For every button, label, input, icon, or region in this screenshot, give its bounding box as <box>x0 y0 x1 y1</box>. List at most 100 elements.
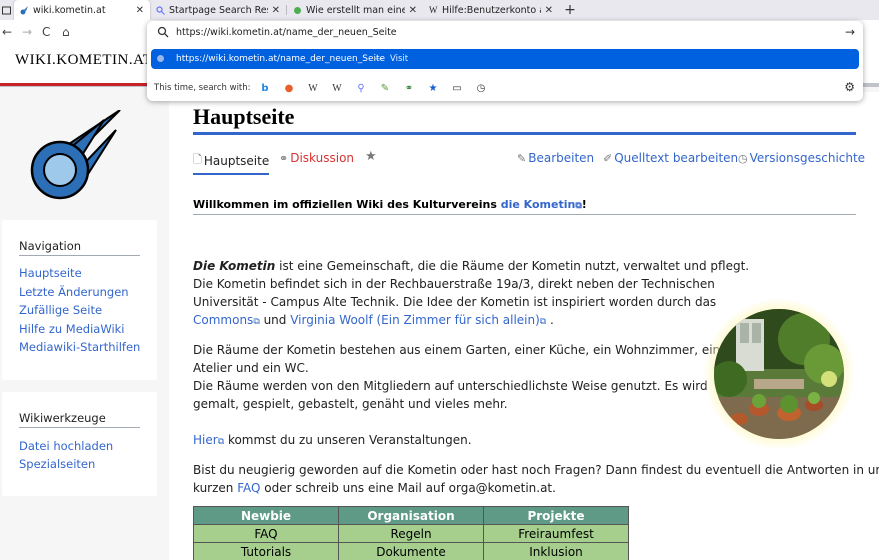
startpage-icon[interactable]: ⚲ <box>354 81 368 95</box>
pencil-icon: ✎ <box>517 151 527 165</box>
search-favicon <box>156 5 165 15</box>
tab-title: wiki.kometin.at <box>33 4 106 16</box>
engine-glyph: ⚭ <box>404 82 414 94</box>
reload-button[interactable]: C <box>42 25 50 39</box>
sidebar-tools: Wikiwerkzeuge Datei hochladen Spezialsei… <box>2 392 157 496</box>
leaf-search-icon[interactable]: ✎ <box>378 81 392 95</box>
engines-label: This time, search with: <box>154 83 251 93</box>
text-span: ist eine Gemeinschaft, die die Räume der… <box>275 259 750 273</box>
link-text: Commons <box>193 313 254 327</box>
table-cell[interactable]: Regeln <box>338 524 484 543</box>
welcome-suffix: ! <box>581 198 587 211</box>
sidebar-item-zufaellige-seite[interactable]: Zufällige Seite <box>19 303 102 317</box>
sidebar-item-datei-hochladen[interactable]: Datei hochladen <box>19 439 113 453</box>
tab-label: Diskussion <box>290 151 355 165</box>
gear-icon[interactable]: ⚙ <box>844 80 855 94</box>
link-search-icon[interactable]: ⚭ <box>402 81 416 95</box>
engine-glyph: ★ <box>428 82 438 94</box>
tab-startpage[interactable]: Startpage Search Results ✕ <box>150 0 286 20</box>
sidebar-item-starthilfen[interactable]: Mediawiki-Starthilfen <box>19 340 140 354</box>
tab-bearbeiten[interactable]: ✎ Bearbeiten <box>517 151 594 165</box>
welcome-divider <box>193 214 856 215</box>
tab-title: Wie erstellt man einen B <box>306 4 405 16</box>
kometin-link[interactable]: die Kometin⧉ <box>501 198 582 211</box>
virginia-woolf-link[interactable]: Virginia Woolf (Ein Zimmer für sich alle… <box>290 313 546 327</box>
close-icon[interactable]: ✕ <box>409 5 417 16</box>
tab-diskussion[interactable]: ⚭ Diskussion <box>279 151 354 165</box>
text-span: . <box>546 313 554 327</box>
close-icon[interactable]: ✕ <box>136 5 144 16</box>
new-tab-button[interactable]: + <box>559 0 581 20</box>
table-cell[interactable]: Inklusion <box>483 542 629 560</box>
engine-glyph: W <box>308 82 318 94</box>
text-line: Atelier und ein WC. <box>193 361 309 375</box>
bing-icon[interactable]: b <box>258 81 272 95</box>
engine-glyph: ● <box>284 82 294 94</box>
url-input[interactable]: https://wiki.kometin.at/name_der_neuen_S… <box>176 27 397 38</box>
sidebar-item-spezialseiten[interactable]: Spezialseiten <box>19 457 95 471</box>
text-line: Commons⧉ und Virginia Woolf (Ein Zimmer … <box>193 311 749 331</box>
back-button[interactable]: ← <box>2 25 12 39</box>
sidebar-heading: Wikiwerkzeuge <box>19 411 106 425</box>
welcome-text: Willkommen im offiziellen Wiki des Kultu… <box>193 198 501 211</box>
table-cell[interactable]: FAQ <box>193 524 339 543</box>
duckduckgo-icon[interactable]: ● <box>282 81 296 95</box>
table-cell[interactable]: Dokumente <box>338 542 484 560</box>
garden-photo[interactable] <box>704 299 854 449</box>
text-line: Die Räume der Kometin bestehen aus einem… <box>193 343 721 357</box>
tab-overflow-icon <box>2 6 11 15</box>
history-icon: ◷ <box>738 151 748 165</box>
garden-photo-image <box>714 309 844 439</box>
url-suggestion[interactable]: https://wiki.kometin.at/name_der_neuen_S… <box>151 49 859 69</box>
address-bar[interactable]: https://wiki.kometin.at/name_der_neuen_S… <box>147 21 863 45</box>
wikipedia-icon[interactable]: W <box>306 81 320 95</box>
sidebar-item-hilfe[interactable]: Hilfe zu MediaWiki <box>19 322 125 336</box>
engine-glyph: ◷ <box>476 82 486 94</box>
home-button[interactable]: ⌂ <box>62 25 70 39</box>
table-header-row: Newbie Organisation Projekte <box>193 506 629 525</box>
tab-label: Versionsgeschichte <box>749 151 866 165</box>
globe-icon <box>157 55 164 62</box>
close-icon[interactable]: ✕ <box>545 5 553 16</box>
tab-overflow[interactable] <box>0 0 14 20</box>
bold-name: Die Kometin <box>193 259 276 273</box>
history-icon[interactable]: ◷ <box>474 81 488 95</box>
star-icon[interactable]: ★ <box>365 149 377 164</box>
engine-glyph: ⚲ <box>357 82 365 94</box>
tab-title: Startpage Search Results <box>169 4 268 16</box>
wiktionary-icon[interactable]: W <box>330 81 344 95</box>
site-title[interactable]: WIKI.KOMETIN.AT <box>15 52 152 69</box>
sidebar-item-letzte-aenderungen[interactable]: Letzte Änderungen <box>19 285 129 299</box>
search-engine-row: This time, search with: b ● W W ⚲ ✎ ⚭ ★ … <box>147 77 863 99</box>
web-page: WIKI.KOMETIN.AT Navigation Hauptseite Le… <box>0 46 879 560</box>
events-paragraph: Hier⧉ kommst du zu unseren Veranstaltung… <box>193 431 472 451</box>
close-icon[interactable]: ✕ <box>272 5 280 16</box>
forward-button[interactable]: → <box>22 25 32 39</box>
bookmarks-icon[interactable]: ★ <box>426 81 440 95</box>
overview-table: Newbie Organisation Projekte FAQ Regeln … <box>193 506 629 560</box>
table-cell[interactable]: Tutorials <box>193 542 339 560</box>
table-header: Projekte <box>483 506 629 525</box>
tab-hauptseite[interactable]: 🗋 Hauptseite <box>193 151 270 175</box>
intro-paragraph: Die Kometin ist eine Gemeinschaft, die d… <box>193 257 749 331</box>
faq-link[interactable]: FAQ <box>237 481 260 495</box>
commons-link[interactable]: Commons⧉ <box>193 313 260 327</box>
table-cell[interactable]: Freiraumfest <box>483 524 629 543</box>
sidebar-heading: Navigation <box>19 239 82 253</box>
text-line: Bist du neugierig geworden auf die Komet… <box>193 463 879 477</box>
kometin-logo[interactable] <box>28 109 124 202</box>
tab-versionsgeschichte[interactable]: ◷ Versionsgeschichte <box>738 151 865 165</box>
tab-title: Hilfe:Benutzerkonto anle <box>442 4 541 16</box>
sidebar-item-hauptseite[interactable]: Hauptseite <box>19 266 82 280</box>
rooms-paragraph: Die Räume der Kometin bestehen aus einem… <box>193 341 720 413</box>
talk-icon: ⚭ <box>279 151 289 165</box>
events-link[interactable]: Hier⧉ <box>193 433 224 447</box>
tab-wikipedia[interactable]: W Hilfe:Benutzerkonto anle ✕ <box>423 0 559 20</box>
page-icon: 🗋 <box>193 153 202 166</box>
tab-quelltext[interactable]: ✐ Quelltext bearbeiten <box>603 151 738 165</box>
text-span: kurzen <box>193 481 238 495</box>
tab-kometin[interactable]: wiki.kometin.at ✕ <box>14 0 150 20</box>
tabs-icon[interactable]: ▭ <box>450 81 464 95</box>
tab-blog[interactable]: Wie erstellt man einen B ✕ <box>287 0 423 20</box>
go-arrow-icon[interactable]: → <box>845 25 855 39</box>
